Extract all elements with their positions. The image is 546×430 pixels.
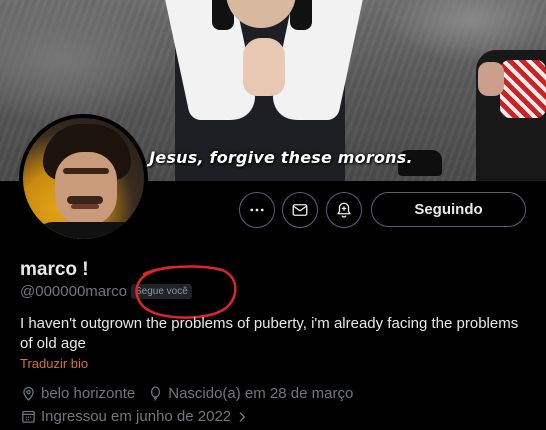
location-pin-icon bbox=[23, 386, 34, 401]
following-button[interactable]: Seguindo bbox=[371, 192, 526, 227]
chevron-right-icon[interactable] bbox=[235, 410, 249, 424]
birthday-text: Nascido(a) em 28 de março bbox=[168, 385, 354, 402]
more-button[interactable] bbox=[239, 192, 275, 228]
profile-meta-row: belo horizonte Nascido(a) em 28 de março bbox=[20, 385, 365, 402]
calendar-icon bbox=[22, 410, 35, 423]
balloon-icon bbox=[151, 386, 161, 401]
avatar[interactable] bbox=[19, 114, 148, 243]
joined-row: Ingressou em junho de 2022 bbox=[20, 408, 261, 425]
location-item: belo horizonte bbox=[20, 385, 135, 402]
message-button[interactable] bbox=[282, 192, 318, 228]
envelope-icon bbox=[292, 204, 308, 216]
display-name: marco ! bbox=[20, 259, 89, 280]
username-handle: @000000marco bbox=[20, 283, 127, 300]
location-text: belo horizonte bbox=[41, 385, 136, 402]
handle-row: @000000marco Segue você bbox=[20, 283, 192, 300]
notifications-button[interactable] bbox=[326, 192, 362, 228]
birthday-item: Nascido(a) em 28 de março bbox=[147, 385, 353, 402]
joined-text: Ingressou em junho de 2022 bbox=[41, 408, 232, 425]
translate-bio-link[interactable]: Traduzir bio bbox=[20, 356, 88, 371]
joined-item: Ingressou em junho de 2022 bbox=[20, 408, 249, 425]
more-horizontal-icon bbox=[250, 208, 264, 212]
banner-caption: Jesus, forgive these morons. bbox=[149, 148, 413, 167]
bell-plus-icon bbox=[337, 202, 351, 218]
profile-bio: I haven't outgrown the problems of puber… bbox=[20, 315, 519, 352]
follows-you-badge: Segue você bbox=[130, 284, 192, 299]
praying-hands bbox=[243, 38, 285, 96]
